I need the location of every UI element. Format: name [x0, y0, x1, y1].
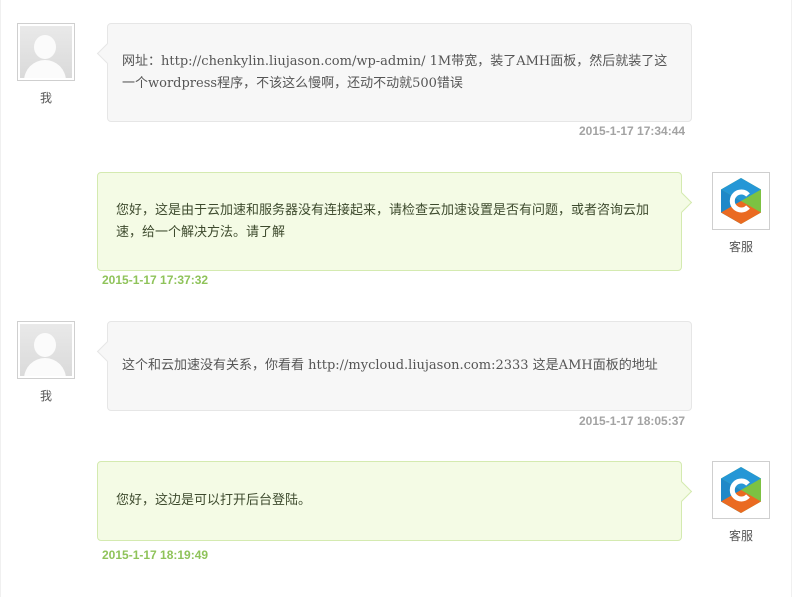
message-bubble: 这个和云加速没有关系，你看看 http://mycloud.liujason.c… [96, 321, 692, 411]
message-bubble: 您好，这是由于云加速和服务器没有连接起来，请检查云加速设置是否有问题，或者咨询云… [97, 172, 693, 271]
message-timestamp: 2015-1-17 18:05:37 [579, 414, 686, 428]
support-avatar [712, 172, 770, 230]
sender-name: 我 [39, 389, 52, 403]
message-bubble: 网址：http://chenkylin.liujason.com/wp-admi… [96, 23, 692, 122]
message-bubble: 您好，这边是可以打开后台登陆。 [97, 461, 693, 541]
support-logo-icon [721, 178, 761, 224]
sender-name: 我 [39, 91, 52, 105]
page-frame-left [0, 0, 1, 597]
default-user-avatar-icon [20, 324, 72, 376]
message-timestamp: 2015-1-17 17:37:32 [102, 273, 209, 287]
message-text: 您好，这是由于云加速和服务器没有连接起来，请检查云加速设置是否有问题，或者咨询云… [116, 202, 650, 240]
message-text: 这个和云加速没有关系，你看看 http://mycloud.liujason.c… [122, 358, 658, 373]
sender-name: 客服 [728, 240, 753, 254]
user-avatar [17, 321, 75, 379]
user-avatar [17, 23, 75, 81]
default-user-avatar-icon [20, 26, 72, 78]
support-logo-icon [721, 467, 761, 513]
message-timestamp: 2015-1-17 17:34:44 [579, 124, 686, 138]
support-avatar [712, 461, 770, 519]
message-timestamp: 2015-1-17 18:19:49 [102, 548, 209, 562]
message-text: 网址：http://chenkylin.liujason.com/wp-admi… [122, 53, 668, 91]
sender-name: 客服 [728, 529, 753, 543]
message-text: 您好，这边是可以打开后台登陆。 [116, 493, 312, 508]
